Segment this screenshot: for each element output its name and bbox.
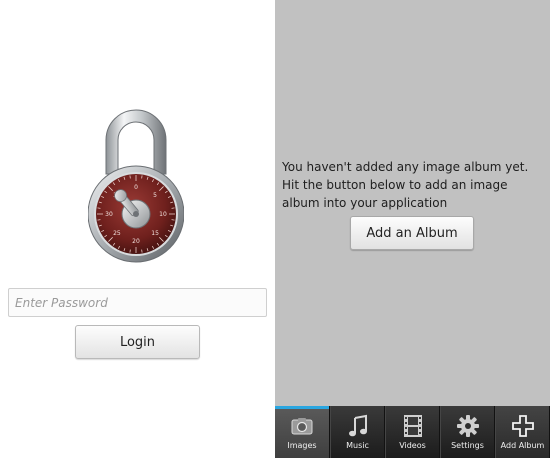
dial-number: 10 bbox=[159, 211, 167, 218]
padlock-icon: 05101520253035 bbox=[87, 92, 185, 274]
action-bar: Images Music Videos Settings Add Album bbox=[275, 406, 550, 458]
tab-music[interactable]: Music bbox=[330, 406, 385, 458]
dial-number: 20 bbox=[132, 238, 140, 245]
login-button[interactable]: Login bbox=[75, 325, 200, 359]
tab-music-label: Music bbox=[346, 441, 369, 450]
plus-icon bbox=[510, 413, 536, 439]
login-screen: 05101520253035 Login bbox=[0, 0, 275, 458]
password-input[interactable] bbox=[8, 288, 267, 317]
add-album-action[interactable]: Add Album bbox=[495, 406, 550, 458]
dial-number: 0 bbox=[134, 184, 138, 191]
tab-images[interactable]: Images bbox=[275, 406, 330, 458]
dial-number: 15 bbox=[151, 230, 159, 237]
dial-number: 5 bbox=[153, 192, 157, 199]
add-album-button-label: Add an Album bbox=[366, 225, 458, 241]
tab-videos-label: Videos bbox=[399, 441, 426, 450]
gear-icon bbox=[455, 413, 481, 439]
music-note-icon bbox=[345, 413, 371, 439]
tab-videos[interactable]: Videos bbox=[385, 406, 440, 458]
albums-screen: You haven't added any image album yet. H… bbox=[275, 0, 550, 458]
tab-settings-label: Settings bbox=[451, 441, 484, 450]
tab-images-label: Images bbox=[287, 441, 317, 450]
dial-number: 25 bbox=[113, 230, 121, 237]
login-button-label: Login bbox=[119, 334, 156, 350]
film-strip-icon bbox=[400, 413, 426, 439]
add-album-action-label: Add Album bbox=[500, 441, 545, 450]
camera-icon bbox=[289, 413, 315, 439]
empty-albums-message: You haven't added any image album yet. H… bbox=[282, 160, 529, 210]
tab-settings[interactable]: Settings bbox=[440, 406, 495, 458]
dial-number: 30 bbox=[105, 211, 113, 218]
add-album-button[interactable]: Add an Album bbox=[350, 216, 474, 250]
